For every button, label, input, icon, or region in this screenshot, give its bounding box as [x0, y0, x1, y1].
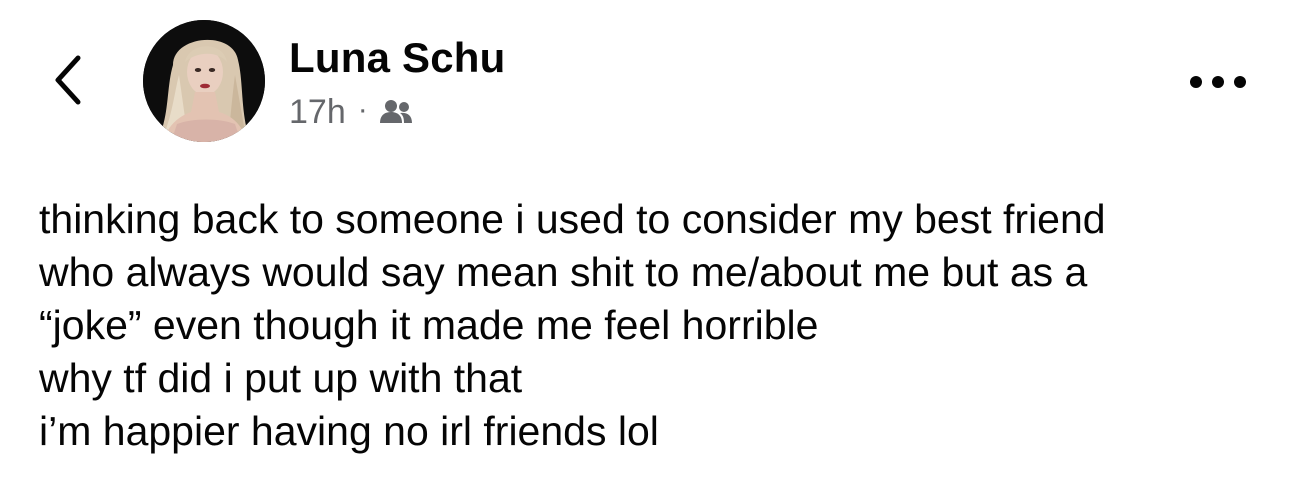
author-name[interactable]: Luna Schu — [289, 34, 505, 82]
post-text-line: “joke” even though it made me feel horri… — [39, 302, 819, 348]
back-button[interactable] — [40, 50, 100, 110]
post-card: Luna Schu 17h · thinking back to someone… — [0, 0, 1290, 504]
chevron-left-icon — [55, 55, 81, 105]
post-text-line: thinking back to someone i used to consi… — [39, 196, 1106, 242]
friends-icon[interactable] — [378, 97, 414, 127]
post-text-line: why tf did i put up with that — [39, 355, 523, 401]
post-text: thinking back to someone i used to consi… — [39, 193, 1269, 458]
post-time[interactable]: 17h — [289, 93, 346, 132]
avatar[interactable] — [143, 20, 265, 142]
post-text-line: who always would say mean shit to me/abo… — [39, 249, 1088, 295]
meta-separator: · — [357, 93, 368, 126]
more-options-button[interactable] — [1180, 60, 1260, 104]
post-meta: 17h · — [289, 90, 414, 134]
profile-photo — [143, 20, 265, 142]
more-horizontal-icon — [1190, 76, 1246, 88]
post-text-line: i’m happier having no irl friends lol — [39, 408, 659, 454]
